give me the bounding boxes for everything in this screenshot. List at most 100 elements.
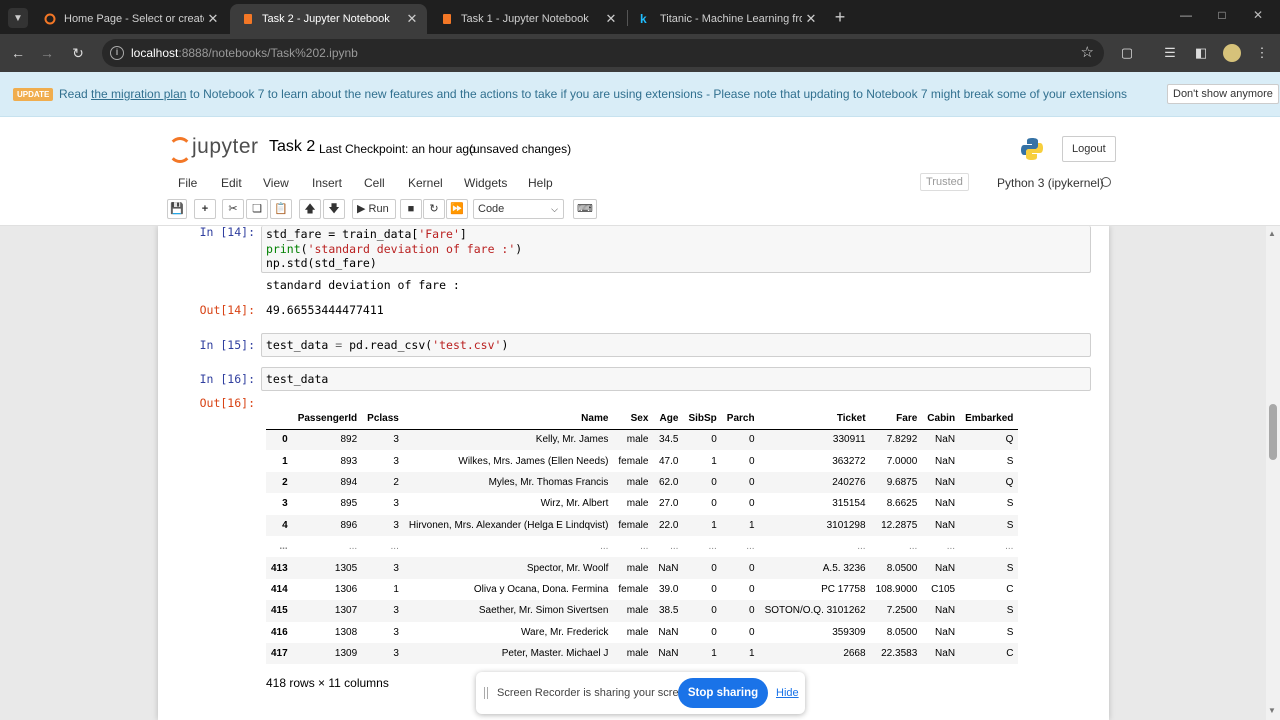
tab-close-icon[interactable]: ✕ [802,11,820,27]
menu-help[interactable]: Help [528,176,553,190]
menu-widgets[interactable]: Widgets [464,176,507,190]
command-palette-keyboard-icon[interactable]: ⌨ [573,199,597,219]
page-scrollbar[interactable] [1266,226,1280,720]
menu-insert[interactable]: Insert [312,176,342,190]
tab-search-chevron-icon[interactable]: ▼ [8,8,28,28]
row-index: 414 [271,583,288,595]
tab-task-1[interactable]: Task 1 - Jupyter Notebook ✕ [429,4,626,34]
table-row: 413 1305 3 Spector, Mr. Woolf male NaN 0 0 A.5. … [266,557,1019,579]
logout-button[interactable]: Logout [1062,136,1116,162]
table-cell: male [626,498,649,510]
restart-kernel-icon[interactable]: ↻ [423,199,445,219]
table-cell: 8.0500 [886,562,918,574]
stop-sharing-button[interactable]: Stop sharing [678,678,768,708]
table-cell: 0 [711,476,717,488]
table-cell: 34.5 [658,434,679,446]
tab-close-icon[interactable]: ✕ [204,11,222,27]
profile-avatar[interactable] [1223,44,1241,62]
notebook-title[interactable]: Task 2 [269,138,315,156]
save-icon[interactable]: 💾 [167,199,187,219]
back-arrow-icon[interactable]: ← [8,43,28,63]
address-bar[interactable]: i localhost:8888/notebooks/Task%202.ipyn… [102,39,1104,67]
table-cell: NaN [935,648,956,660]
table-cell: ... [640,541,649,553]
browser-tab-bar: ▼ Home Page - Select or create a noteboo… [0,0,1280,34]
paste-icon[interactable]: 📋 [270,199,292,219]
column-header: SibSp [683,409,722,430]
row-index: 413 [271,562,288,574]
move-up-arrow-icon[interactable]: 🡅 [299,199,321,219]
table-cell: S [1006,626,1014,638]
restart-run-all-icon[interactable]: ⏩ [446,199,468,219]
column-header: Cabin [922,409,961,430]
table-cell: male [626,562,649,574]
new-tab-plus-icon[interactable]: + [830,7,850,28]
side-panel-icon[interactable]: ◧ [1193,45,1209,61]
drag-handle-icon[interactable] [484,687,488,699]
scroll-up-arrow-icon[interactable]: ▲ [1268,229,1276,238]
minimize-icon[interactable]: — [1178,8,1194,22]
window-close-icon[interactable]: ✕ [1250,8,1266,22]
maximize-icon[interactable]: □ [1214,8,1230,22]
move-down-arrow-icon[interactable]: 🡇 [323,199,345,219]
menu-cell[interactable]: Cell [364,176,385,190]
migration-plan-link[interactable]: the migration plan [91,87,186,101]
input-prompt: In [14]: [199,226,255,239]
browser-toolbar: ← → ↻ i localhost:8888/notebooks/Task%20… [0,34,1280,72]
table-cell: 2 [393,476,399,488]
table-cell: Kelly, Mr. James [535,434,609,446]
tab-home-page[interactable]: Home Page - Select or create a notebook … [32,4,228,34]
tab-close-icon[interactable]: ✕ [602,11,620,27]
table-cell: NaN [935,476,956,488]
table-cell: 0 [749,434,755,446]
table-cell: 22.0 [658,519,679,531]
browser-menu-icon[interactable]: ⋮ [1254,45,1270,61]
bookmark-star-icon[interactable]: ☆ [1081,43,1094,61]
hide-link[interactable]: Hide [776,687,799,699]
interrupt-stop-icon[interactable]: ■ [400,199,422,219]
scrollbar-thumb[interactable] [1269,404,1277,460]
table-cell: 363272 [832,455,866,467]
code-cell-16[interactable]: test_data [261,367,1091,391]
table-cell: 1309 [334,648,358,660]
cell-type-select[interactable]: Code ⌵ [473,199,564,219]
tab-task-2[interactable]: Task 2 - Jupyter Notebook ✕ [230,4,427,34]
code-cell-14[interactable]: std_fare = train_data['Fare'] print('sta… [261,226,1091,273]
table-cell: ... [946,541,956,553]
table-cell: 39.0 [658,583,679,595]
media-controls-icon[interactable]: ☰ [1162,45,1178,61]
url-text[interactable]: localhost:8888/notebooks/Task%202.ipynb [131,46,358,60]
tab-close-icon[interactable]: ✕ [403,11,421,27]
site-info-icon[interactable]: i [110,46,124,60]
dont-show-anymore-button[interactable]: Don't show anymore [1167,84,1279,104]
forward-arrow-icon[interactable]: → [37,43,57,63]
cut-icon[interactable]: ✂ [222,199,244,219]
extensions-puzzle-icon[interactable]: ▢ [1119,45,1135,61]
table-cell: 315154 [832,498,866,510]
reload-icon[interactable]: ↻ [68,43,88,63]
insert-cell-plus-icon[interactable]: + [194,199,216,219]
menu-kernel[interactable]: Kernel [408,176,443,190]
jupyter-header: jupyter Task 2 Last Checkpoint: an hour … [0,117,1280,226]
tab-title: Task 1 - Jupyter Notebook [461,13,589,25]
jupyter-logo[interactable]: jupyter [168,135,259,163]
table-cell: NaN [935,605,956,617]
notebook-favicon-icon [443,14,451,24]
row-index: 416 [271,626,288,638]
menu-edit[interactable]: Edit [221,176,242,190]
table-cell: ... [857,541,866,553]
menu-view[interactable]: View [263,176,289,190]
scroll-down-arrow-icon[interactable]: ▼ [1268,706,1276,715]
menu-file[interactable]: File [178,176,197,190]
copy-icon[interactable]: ❏ [246,199,268,219]
tab-titanic-kaggle[interactable]: k Titanic - Machine Learning from Disast… [628,4,826,34]
table-cell: 7.8292 [886,434,918,446]
banner-message: Read the migration plan to Notebook 7 to… [59,87,1128,101]
table-cell: 0 [711,605,717,617]
trusted-indicator[interactable]: Trusted [920,173,969,191]
table-cell: NaN [935,562,956,574]
run-button[interactable]: ▶ Run [352,199,396,219]
autosave-status: (unsaved changes) [469,142,572,156]
code-cell-15[interactable]: test_data = pd.read_csv('test.csv') [261,333,1091,357]
column-header: Pclass [362,409,404,430]
